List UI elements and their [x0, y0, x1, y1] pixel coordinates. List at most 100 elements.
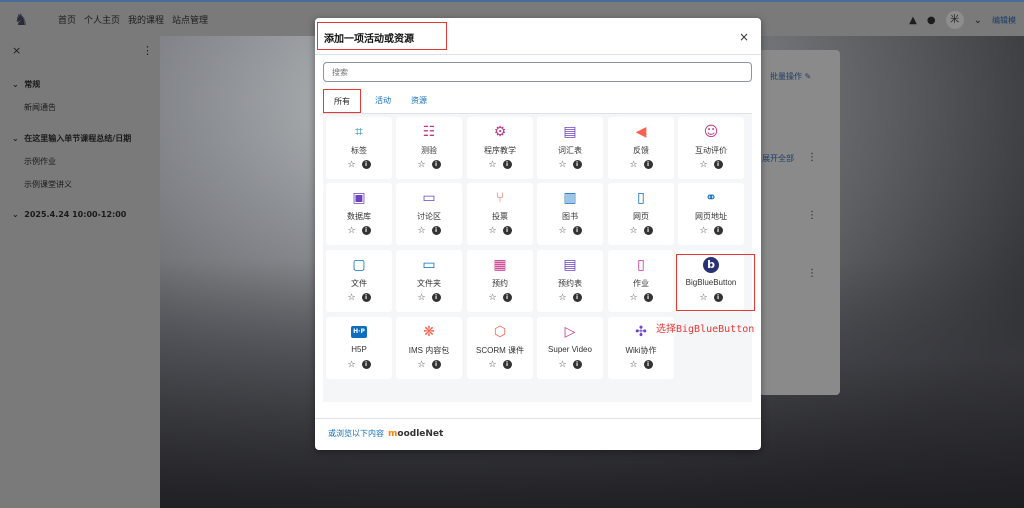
activity-card[interactable]: ⚙ 程序教学 ☆ i	[467, 117, 533, 179]
activity-card[interactable]: ⌗ 标签 ☆ i	[326, 117, 392, 179]
star-icon[interactable]: ☆	[699, 226, 707, 236]
activity-actions: ☆ i	[608, 226, 674, 236]
chat-icon[interactable]: ●	[927, 15, 936, 26]
info-icon[interactable]: i	[431, 226, 441, 235]
activity-card[interactable]: ◀ 反馈 ☆ i	[608, 117, 674, 179]
activity-card[interactable]: ▤ 预约表 ☆ i	[537, 250, 603, 312]
activity-card[interactable]: ⬡ SCORM 课件 ☆ i	[467, 317, 533, 379]
info-icon[interactable]: i	[361, 160, 371, 169]
info-icon[interactable]: i	[643, 360, 653, 369]
drawer-item-news[interactable]: 新闻通告	[24, 102, 56, 113]
info-icon[interactable]: i	[643, 293, 653, 302]
info-icon[interactable]: i	[431, 293, 441, 302]
nav-my-courses[interactable]: 我的课程	[128, 13, 164, 26]
section-kebab-icon[interactable]: ⋮	[807, 210, 817, 221]
info-icon[interactable]: i	[361, 360, 371, 369]
info-icon[interactable]: i	[361, 293, 371, 302]
drawer-item-assignment[interactable]: 示例作业	[24, 156, 56, 167]
star-icon[interactable]: ☆	[629, 360, 637, 370]
edit-mode-label[interactable]: 编辑模	[992, 15, 1016, 26]
activity-card[interactable]: ⑂ 投票 ☆ i	[467, 183, 533, 245]
activity-label: Super Video	[548, 345, 592, 354]
star-icon[interactable]: ☆	[558, 160, 566, 170]
browse-text[interactable]: 或浏览以下内容	[328, 428, 384, 439]
activity-card[interactable]: ▥ 图书 ☆ i	[537, 183, 603, 245]
activity-card[interactable]: ▷ Super Video ☆ i	[537, 317, 603, 379]
info-icon[interactable]: i	[643, 226, 653, 235]
star-icon[interactable]: ☆	[347, 160, 355, 170]
activity-card[interactable]: ⚭ 网页地址 ☆ i	[678, 183, 744, 245]
moodlenet-logo[interactable]: moodleNet	[388, 429, 443, 439]
lesson-icon: ⚙	[493, 124, 507, 140]
activity-card[interactable]: ▯ 作业 ☆ i	[608, 250, 674, 312]
chevron-down-icon[interactable]: ⌄	[974, 15, 982, 26]
star-icon[interactable]: ☆	[629, 226, 637, 236]
activity-card[interactable]: ❋ IMS 内容包 ☆ i	[396, 317, 462, 379]
activity-card[interactable]: ☷ 测验 ☆ i	[396, 117, 462, 179]
tab-all[interactable]: 所有	[323, 89, 361, 113]
info-icon[interactable]: i	[572, 293, 582, 302]
star-icon[interactable]: ☆	[488, 360, 496, 370]
activity-card[interactable]: ▭ 文件夹 ☆ i	[396, 250, 462, 312]
site-logo-icon[interactable]: ♞	[14, 10, 34, 30]
section-kebab-icon[interactable]: ⋮	[807, 268, 817, 279]
close-drawer-icon[interactable]: ×	[12, 44, 21, 57]
activity-card[interactable]: H·P H5P ☆ i	[326, 317, 392, 379]
star-icon[interactable]: ☆	[347, 360, 355, 370]
info-icon[interactable]: i	[502, 226, 512, 235]
bell-icon[interactable]: ▲	[909, 15, 917, 26]
star-icon[interactable]: ☆	[558, 293, 566, 303]
star-icon[interactable]: ☆	[417, 160, 425, 170]
section-general[interactable]: ⌄ 常规	[12, 79, 40, 90]
tab-resources[interactable]: 资源	[411, 89, 427, 113]
activity-card[interactable]: ▤ 词汇表 ☆ i	[537, 117, 603, 179]
forum-icon: ▭	[422, 190, 436, 206]
activity-card[interactable]: ☺ 互动评价 ☆ i	[678, 117, 744, 179]
search-input[interactable]	[323, 62, 752, 82]
activity-card[interactable]: ▦ 预约 ☆ i	[467, 250, 533, 312]
info-icon[interactable]: i	[431, 360, 441, 369]
star-icon[interactable]: ☆	[347, 293, 355, 303]
info-icon[interactable]: i	[502, 160, 512, 169]
section-kebab-icon[interactable]: ⋮	[807, 152, 817, 163]
info-icon[interactable]: i	[502, 360, 512, 369]
star-icon[interactable]: ☆	[699, 160, 707, 170]
section-topic[interactable]: ⌄ 在这里输入单节课程总结/日期	[12, 133, 131, 144]
info-icon[interactable]: i	[643, 160, 653, 169]
star-icon[interactable]: ☆	[417, 293, 425, 303]
info-icon[interactable]: i	[713, 160, 723, 169]
kebab-menu-icon[interactable]: ⋮	[142, 44, 153, 57]
nav-home[interactable]: 首页	[58, 13, 76, 26]
activity-label: 程序教学	[484, 146, 516, 155]
star-icon[interactable]: ☆	[488, 226, 496, 236]
info-icon[interactable]: i	[713, 226, 723, 235]
info-icon[interactable]: i	[572, 360, 582, 369]
drawer-item-resource[interactable]: 示例课堂讲义	[24, 179, 72, 190]
section-date[interactable]: ⌄ 2025.4.24 10:00-12:00	[12, 210, 126, 219]
avatar[interactable]: 米	[945, 11, 964, 29]
star-icon[interactable]: ☆	[488, 293, 496, 303]
info-icon[interactable]: i	[572, 160, 582, 169]
nav-site-admin[interactable]: 站点管理	[172, 13, 208, 26]
star-icon[interactable]: ☆	[629, 293, 637, 303]
star-icon[interactable]: ☆	[417, 226, 425, 236]
info-icon[interactable]: i	[361, 226, 371, 235]
info-icon[interactable]: i	[502, 293, 512, 302]
activity-card[interactable]: ▣ 数据库 ☆ i	[326, 183, 392, 245]
star-icon[interactable]: ☆	[629, 160, 637, 170]
star-icon[interactable]: ☆	[417, 360, 425, 370]
info-icon[interactable]: i	[431, 160, 441, 169]
close-icon[interactable]: ×	[739, 30, 749, 44]
expand-all-link[interactable]: 展开全部	[762, 153, 794, 164]
activity-card[interactable]: ▯ 网页 ☆ i	[608, 183, 674, 245]
star-icon[interactable]: ☆	[558, 226, 566, 236]
activity-card[interactable]: ▭ 讨论区 ☆ i	[396, 183, 462, 245]
info-icon[interactable]: i	[572, 226, 582, 235]
bulk-edit-link[interactable]: 批量操作 ✎	[770, 71, 811, 82]
activity-card[interactable]: ▢ 文件 ☆ i	[326, 250, 392, 312]
tab-activities[interactable]: 活动	[375, 89, 391, 113]
nav-dashboard[interactable]: 个人主页	[84, 13, 120, 26]
star-icon[interactable]: ☆	[558, 360, 566, 370]
star-icon[interactable]: ☆	[347, 226, 355, 236]
star-icon[interactable]: ☆	[488, 160, 496, 170]
